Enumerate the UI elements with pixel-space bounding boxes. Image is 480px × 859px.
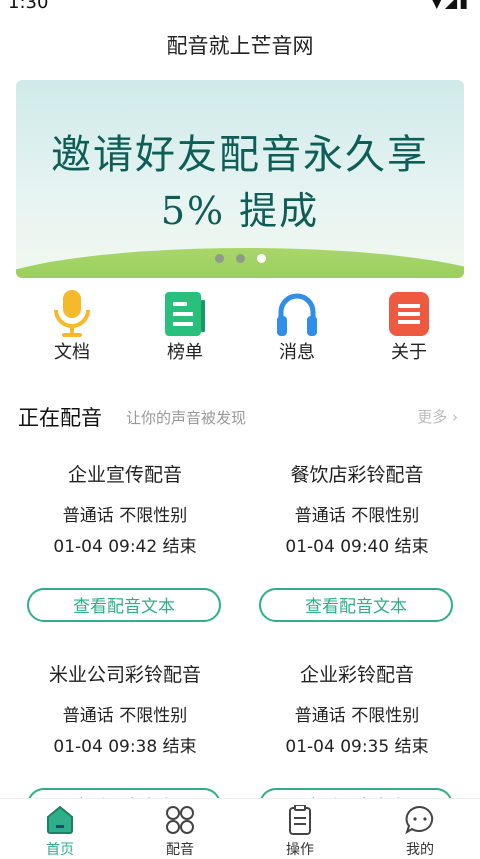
tab-operations[interactable]: 操作: [260, 804, 340, 859]
view-script-button[interactable]: 查看配音文本: [27, 588, 221, 622]
quick-nav-label: 消息: [279, 342, 315, 363]
status-bar: 1:30 ▼◢▮: [0, 0, 480, 18]
quick-nav-label: 榜单: [167, 342, 203, 363]
card-title: 企业彩铃配音: [299, 664, 414, 686]
view-script-button[interactable]: 查看配音文本: [259, 588, 453, 622]
headphones-icon: [275, 290, 319, 336]
card-deadline: 01-04 09:35 结束: [285, 737, 429, 757]
quick-nav-docs[interactable]: 文档: [32, 290, 112, 364]
app-title: 配音就上芒音网: [166, 34, 314, 58]
quick-nav-label: 关于: [391, 342, 427, 363]
tab-mine[interactable]: 我的: [380, 805, 460, 859]
tab-label: 首页: [46, 842, 74, 858]
tab-label: 我的: [406, 842, 434, 858]
grid-icon: [166, 806, 194, 834]
tab-home[interactable]: 首页: [20, 805, 100, 859]
quick-nav-about[interactable]: 关于: [369, 290, 449, 364]
banner-pagination: [215, 254, 266, 263]
more-link[interactable]: 更多 ›: [417, 406, 458, 427]
dubbing-card[interactable]: 米业公司彩铃配音 普通话 不限性别 01-04 09:38 结束: [25, 660, 225, 757]
banner-subline: 5% 提成: [160, 189, 320, 233]
pagination-dot[interactable]: [236, 254, 245, 263]
promo-banner[interactable]: 邀请好友配音永久享 5% 提成: [16, 80, 464, 278]
quick-nav-label: 文档: [54, 342, 90, 363]
card-title: 米业公司彩铃配音: [48, 664, 201, 686]
section-title: 正在配音: [18, 406, 102, 430]
info-list-icon: [387, 290, 431, 336]
more-label: 更多: [417, 408, 448, 426]
section-subtitle: 让你的声音被发现: [126, 409, 247, 427]
card-deadline: 01-04 09:40 结束: [285, 537, 429, 557]
banner-headline: 邀请好友配音永久享: [51, 132, 429, 178]
card-meta: 普通话 不限性别: [62, 706, 188, 726]
bottom-tab-bar: 首页 配音 操作 我的: [0, 798, 480, 858]
card-deadline: 01-04 09:42 结束: [53, 537, 197, 557]
chat-bubble-icon: [405, 805, 434, 835]
dubbing-card[interactable]: 企业宣传配音 普通话 不限性别 01-04 09:42 结束: [25, 460, 225, 557]
chevron-right-icon: ›: [452, 408, 458, 426]
clipboard-icon: [289, 804, 311, 835]
quick-nav: 文档 榜单 消息 关于: [0, 290, 480, 364]
card-meta: 普通话 不限性别: [62, 506, 188, 526]
card-meta: 普通话 不限性别: [294, 506, 420, 526]
home-icon: [47, 805, 73, 834]
card-title: 企业宣传配音: [67, 464, 182, 486]
section-header: 正在配音 让你的声音被发现 更多 ›: [18, 402, 462, 432]
status-icons: ▼◢▮: [430, 0, 470, 11]
card-deadline: 01-04 09:38 结束: [53, 737, 197, 757]
card-meta: 普通话 不限性别: [294, 706, 420, 726]
dubbing-card[interactable]: 餐饮店彩铃配音 普通话 不限性别 01-04 09:40 结束: [257, 460, 457, 557]
microphone-icon: [50, 290, 94, 337]
dubbing-card[interactable]: 企业彩铃配音 普通话 不限性别 01-04 09:35 结束: [257, 660, 457, 757]
tab-label: 配音: [166, 842, 194, 858]
status-time: 1:30: [8, 0, 49, 13]
quick-nav-rankings[interactable]: 榜单: [145, 290, 225, 364]
tab-label: 操作: [286, 842, 314, 858]
pagination-dot[interactable]: [215, 254, 224, 263]
pagination-dot-active[interactable]: [257, 254, 266, 263]
tab-dubbing[interactable]: 配音: [140, 805, 220, 859]
quick-nav-messages[interactable]: 消息: [257, 290, 337, 364]
card-title: 餐饮店彩铃配音: [290, 464, 424, 486]
banner-hill: [16, 248, 464, 278]
document-list-icon: [163, 290, 207, 336]
